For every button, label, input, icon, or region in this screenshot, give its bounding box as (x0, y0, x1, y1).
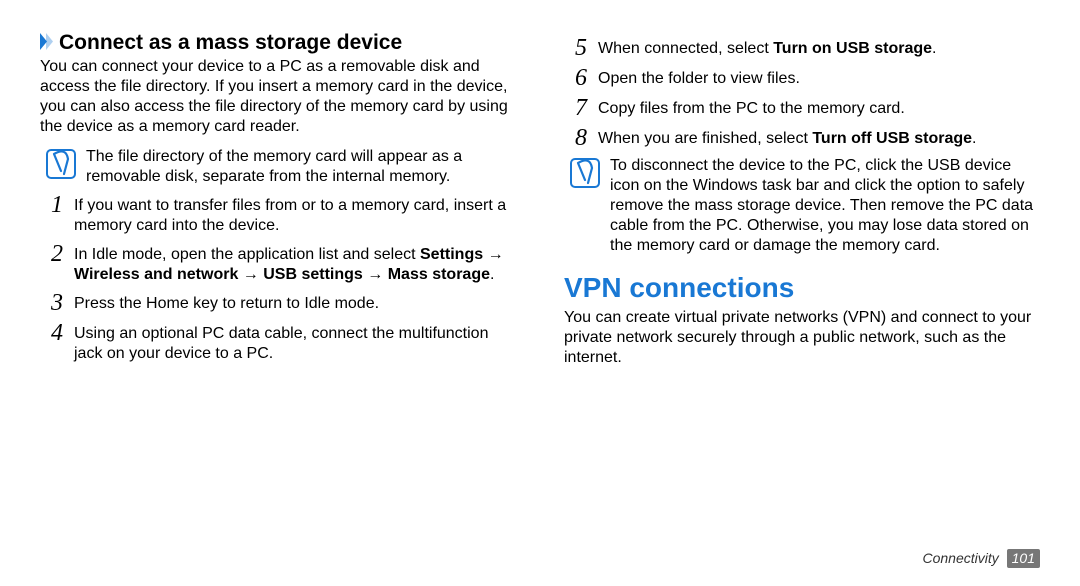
step-number: 7 (564, 96, 598, 120)
step-item: 3Press the Home key to return to Idle mo… (40, 291, 516, 315)
right-column: 5When connected, select Turn on USB stor… (540, 30, 1040, 566)
step-number: 1 (40, 193, 74, 217)
footer-section: Connectivity (922, 550, 998, 566)
note-block: The file directory of the memory card wi… (46, 147, 516, 187)
step-number: 6 (564, 66, 598, 90)
step-item: 6Open the folder to view files. (564, 66, 1040, 90)
step-text: In Idle mode, open the application list … (74, 242, 516, 285)
step-text: Using an optional PC data cable, connect… (74, 321, 516, 364)
heading-text: Connect as a mass storage device (59, 31, 402, 54)
step-text: Copy files from the PC to the memory car… (598, 96, 1040, 119)
step-item: 7Copy files from the PC to the memory ca… (564, 96, 1040, 120)
note-icon (570, 158, 600, 188)
step-item: 2In Idle mode, open the application list… (40, 242, 516, 285)
steps-list-right: 5When connected, select Turn on USB stor… (564, 36, 1040, 150)
note-block-right: To disconnect the device to the PC, clic… (570, 156, 1040, 256)
left-column: Connect as a mass storage device You can… (40, 30, 540, 566)
footer-page-number: 101 (1007, 549, 1040, 568)
chevron-icon (40, 33, 53, 50)
step-item: 8When you are finished, select Turn off … (564, 126, 1040, 150)
mass-storage-heading: Connect as a mass storage device (40, 30, 516, 55)
note-text: The file directory of the memory card wi… (86, 147, 516, 187)
step-text: Open the folder to view files. (598, 66, 1040, 89)
step-number: 8 (564, 126, 598, 150)
step-number: 3 (40, 291, 74, 315)
step-item: 4Using an optional PC data cable, connec… (40, 321, 516, 364)
step-number: 4 (40, 321, 74, 345)
step-text: When you are finished, select Turn off U… (598, 126, 1040, 149)
vpn-heading: VPN connections (564, 272, 1040, 304)
step-item: 5When connected, select Turn on USB stor… (564, 36, 1040, 60)
step-number: 2 (40, 242, 74, 266)
page: Connect as a mass storage device You can… (0, 0, 1080, 586)
mass-storage-intro: You can connect your device to a PC as a… (40, 57, 516, 137)
page-footer: Connectivity 101 (922, 549, 1040, 568)
step-number: 5 (564, 36, 598, 60)
note-icon (46, 149, 76, 179)
step-text: When connected, select Turn on USB stora… (598, 36, 1040, 59)
note-text-right: To disconnect the device to the PC, clic… (610, 156, 1040, 256)
vpn-intro: You can create virtual private networks … (564, 308, 1040, 368)
step-text: If you want to transfer files from or to… (74, 193, 516, 236)
steps-list-left: 1If you want to transfer files from or t… (40, 193, 516, 364)
step-item: 1If you want to transfer files from or t… (40, 193, 516, 236)
step-text: Press the Home key to return to Idle mod… (74, 291, 516, 314)
